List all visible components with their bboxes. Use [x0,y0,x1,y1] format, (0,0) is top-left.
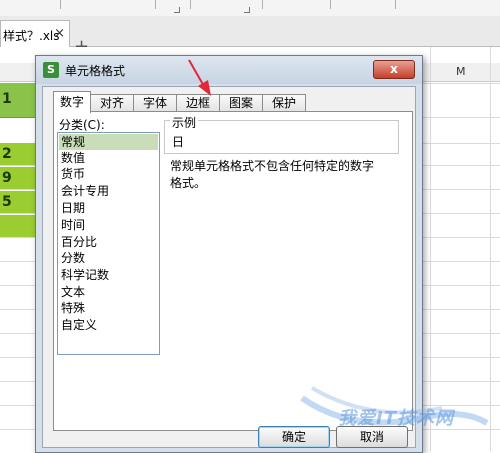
sample-value: 日 [172,135,185,149]
sample-label: 示例 [170,114,199,131]
ribbon-divider [330,0,331,9]
cell-value: 5 [2,194,12,210]
ribbon-launcher-icon[interactable] [244,7,250,13]
tab-protection[interactable]: 保护 [262,94,306,112]
category-label: 分类(C): [59,118,105,132]
ribbon-divider [262,0,263,9]
list-item[interactable]: 常规 [59,134,158,150]
close-icon[interactable]: × [54,26,65,41]
ribbon-divider [395,0,396,9]
cell-value: 1 [2,91,12,107]
dialog-close-button[interactable]: x [373,60,415,79]
ribbon-strip [0,0,500,17]
list-item[interactable]: 时间 [59,217,158,233]
dialog-title-bar[interactable]: S 单元格格式 x [36,56,422,84]
tab-alignment[interactable]: 对齐 [90,94,134,112]
list-item[interactable]: 分数 [59,250,158,266]
list-item[interactable]: 日期 [59,200,158,216]
list-item[interactable]: 会计专用 [59,183,158,199]
annotation-arrow-icon [188,59,211,96]
ribbon-launcher-icon[interactable] [174,7,180,13]
tab-font[interactable]: 字体 [133,94,177,112]
list-item[interactable]: 文本 [59,284,158,300]
document-tab[interactable]: 样式？.xls × [0,20,70,47]
app-logo-icon: S [43,62,59,78]
document-tab-bar: 样式？.xls × + [0,16,500,57]
list-item[interactable]: 百分比 [59,234,158,250]
column-header-m[interactable]: M [456,65,466,78]
close-icon: x [390,62,398,76]
list-item[interactable]: 货币 [59,166,158,182]
list-item[interactable]: 自定义 [59,317,158,333]
ribbon-divider [190,0,191,9]
tab-pattern[interactable]: 图案 [219,94,263,112]
cell-value: 2 [2,146,12,162]
list-item[interactable]: 特殊 [59,300,158,316]
list-item[interactable]: 科学记数 [59,267,158,283]
format-description: 常规单元格格式不包含任何特定的数字格式。 [170,159,375,190]
watermark-text: 我爱IT技术网 [338,408,454,429]
category-listbox[interactable]: 常规 数值 货币 会计专用 日期 时间 百分比 分数 科学记数 文本 特殊 自定… [57,132,160,355]
document-tab-name: 样式？.xls [3,29,60,43]
cell-value: 9 [2,170,12,186]
ribbon-divider [60,0,61,9]
ribbon-divider [155,0,156,9]
tab-number[interactable]: 数字 [53,91,91,113]
list-item[interactable]: 数值 [59,150,158,166]
sample-group [164,120,399,154]
dialog-title: 单元格格式 [65,64,126,78]
